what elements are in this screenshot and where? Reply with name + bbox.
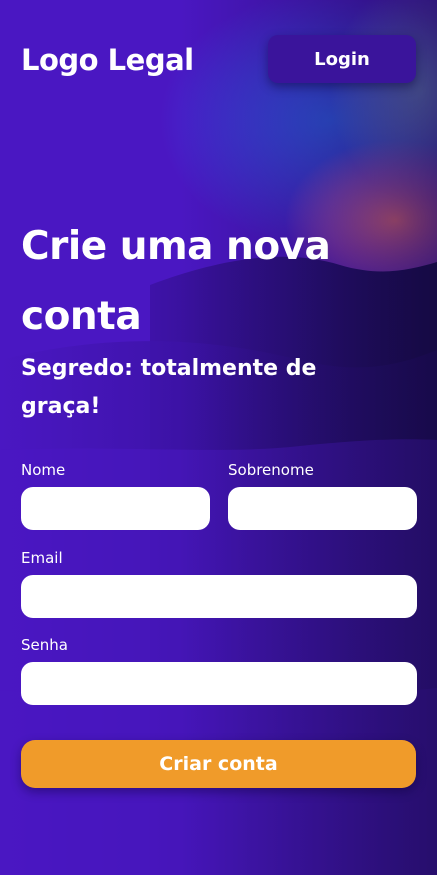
last-name-input[interactable] bbox=[228, 487, 417, 530]
create-account-button[interactable]: Criar conta bbox=[21, 740, 416, 788]
last-name-label: Sobrenome bbox=[228, 461, 314, 479]
password-label: Senha bbox=[21, 636, 68, 654]
email-input[interactable] bbox=[21, 575, 417, 618]
password-input[interactable] bbox=[21, 662, 417, 705]
logo[interactable]: Logo Legal bbox=[21, 40, 194, 80]
page-title: Crie uma nova conta bbox=[21, 224, 331, 339]
first-name-label: Nome bbox=[21, 461, 66, 479]
login-button[interactable]: Login bbox=[268, 35, 416, 83]
page-subtitle: Segredo: totalmente de graça! bbox=[21, 356, 317, 419]
email-label: Email bbox=[21, 549, 63, 567]
signup-page: Logo Legal Login Crie uma nova conta Seg… bbox=[0, 0, 437, 875]
first-name-input[interactable] bbox=[21, 487, 210, 530]
